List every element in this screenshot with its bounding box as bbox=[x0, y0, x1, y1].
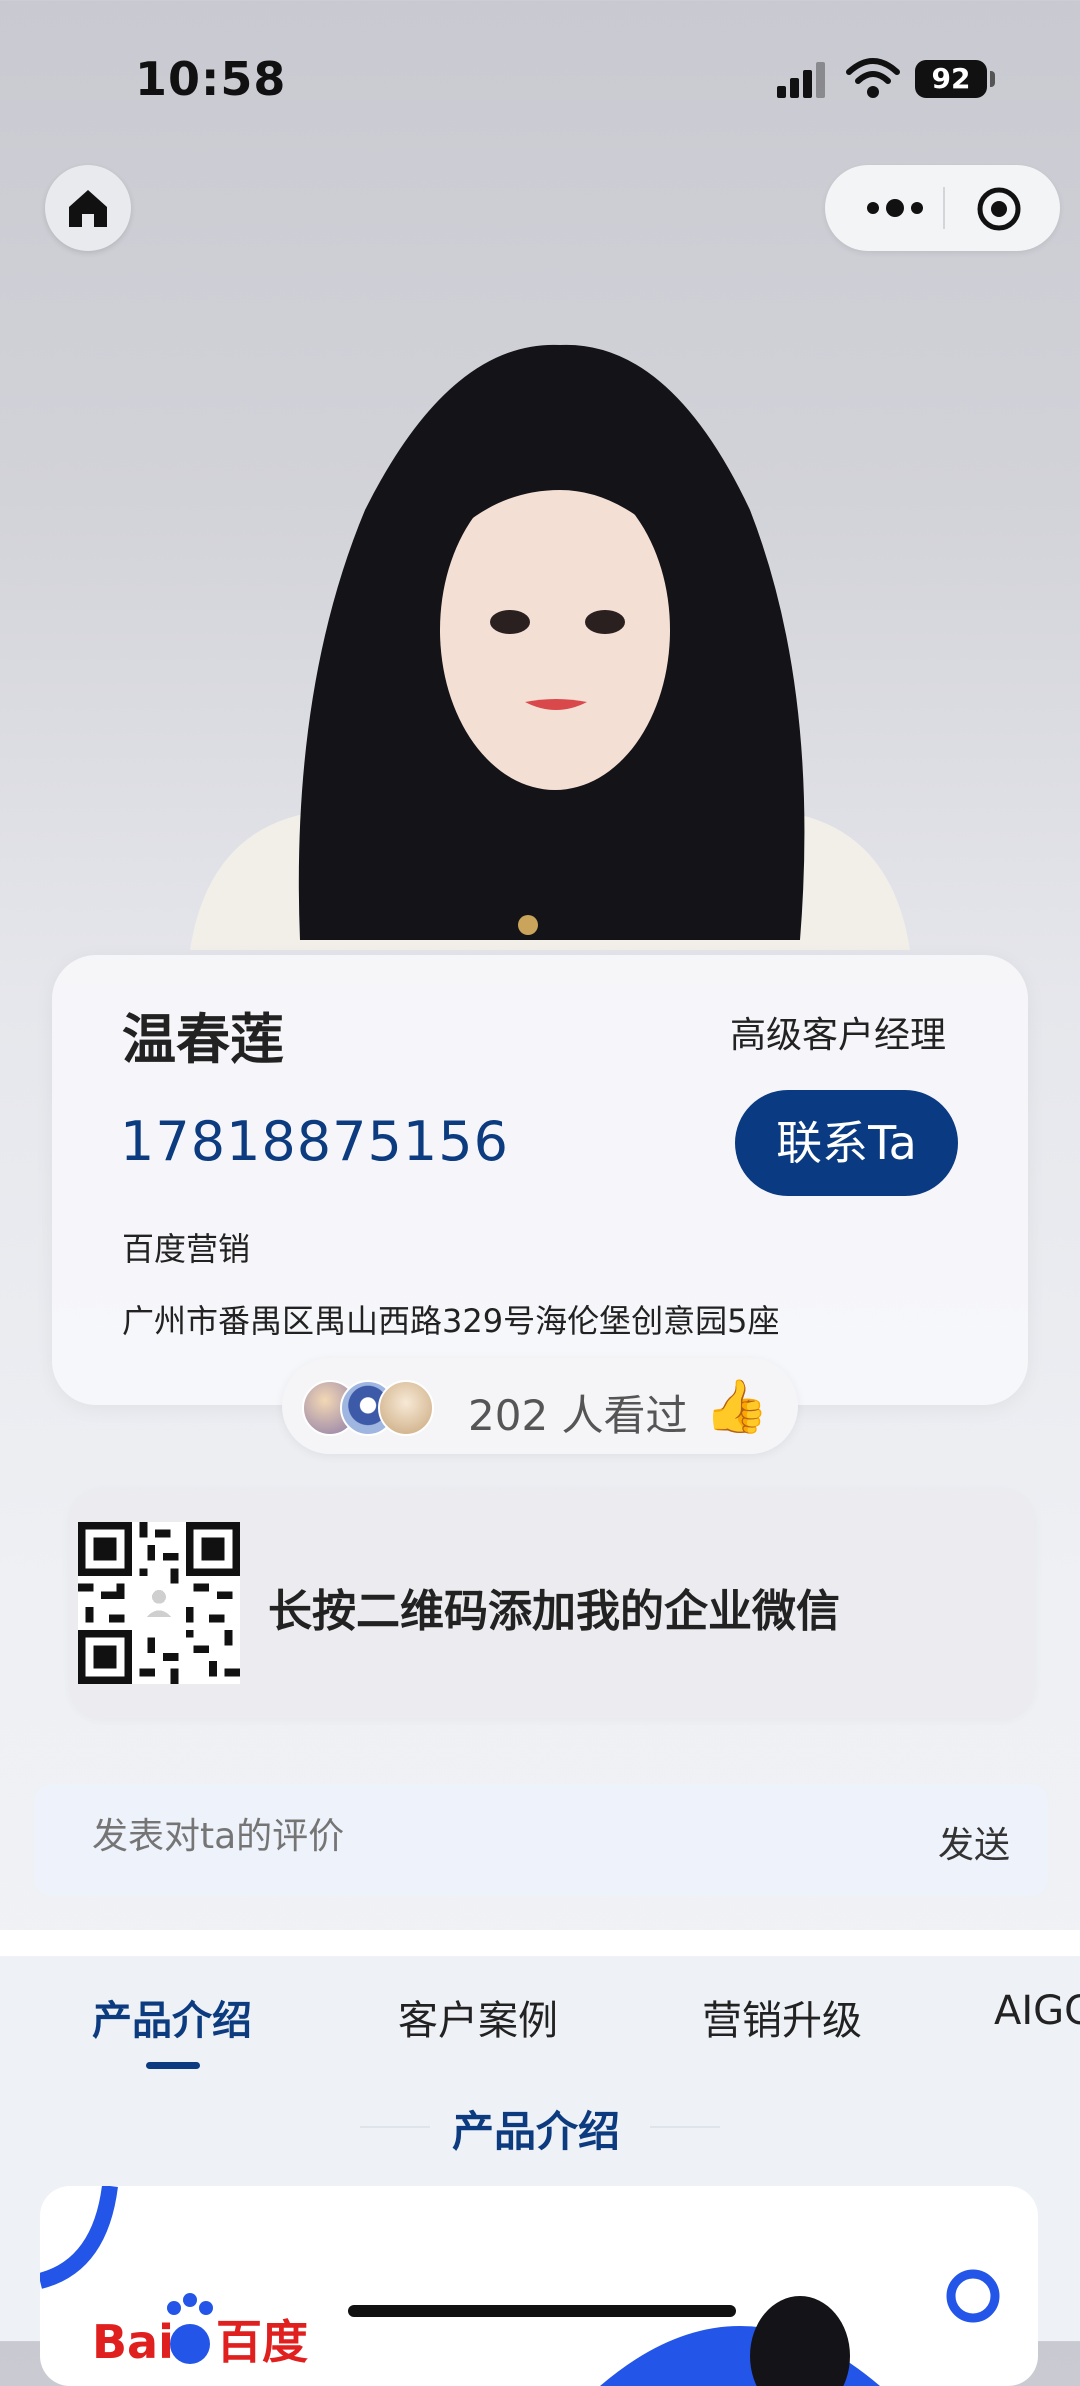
viewer-count-text: 202 人看过 bbox=[468, 1391, 688, 1440]
home-button[interactable] bbox=[45, 165, 131, 251]
cellular-signal-icon bbox=[777, 62, 825, 98]
viewer-avatar bbox=[378, 1380, 434, 1436]
title-decor-left bbox=[360, 2126, 430, 2128]
tab-customer-cases[interactable]: 客户案例 bbox=[398, 1988, 558, 2046]
profile-role: 高级客户经理 bbox=[730, 1015, 947, 1056]
qr-caption: 长按二维码添加我的企业微信 bbox=[268, 1586, 840, 1637]
profile-photo bbox=[190, 344, 910, 950]
home-indicator bbox=[348, 2305, 736, 2317]
tab-product-intro[interactable]: 产品介绍 bbox=[92, 1988, 252, 2046]
section-divider bbox=[0, 1930, 1080, 1956]
qr-code[interactable] bbox=[78, 1522, 240, 1684]
product-card[interactable]: Bai 百度 bbox=[40, 2186, 1038, 2386]
profile-address: 广州市番禺区禺山西路329号海伦堡创意园5座 bbox=[122, 1302, 780, 1340]
baidu-logo-icon: Bai bbox=[92, 2293, 213, 2369]
battery-level: 92 bbox=[915, 60, 987, 98]
comment-input[interactable] bbox=[92, 1816, 692, 1857]
svg-text:Bai: Bai bbox=[92, 2315, 174, 2369]
active-tab-indicator bbox=[146, 2062, 200, 2069]
viewer-count-pill: 202 人看过 👍 bbox=[282, 1358, 798, 1454]
section-title: 产品介绍 bbox=[452, 2107, 621, 2156]
contact-button[interactable]: 联系Ta bbox=[735, 1090, 958, 1196]
capsule-divider bbox=[943, 187, 945, 229]
target-close-icon[interactable] bbox=[975, 185, 1023, 233]
product-banner: Bai 百度 bbox=[40, 2186, 1000, 2386]
wifi-icon bbox=[846, 58, 900, 98]
thumbs-up-icon: 👍 bbox=[704, 1377, 769, 1437]
profile-company: 百度营销 bbox=[122, 1230, 251, 1268]
tab-aigc[interactable]: AIGC bbox=[994, 1988, 1080, 2034]
title-decor-right bbox=[650, 2126, 720, 2128]
home-icon bbox=[69, 190, 107, 227]
mini-program-capsule bbox=[825, 165, 1060, 251]
tab-marketing-upgrade[interactable]: 营销升级 bbox=[702, 1988, 862, 2046]
more-dots-icon[interactable] bbox=[855, 189, 935, 227]
profile-phone[interactable]: 17818875156 bbox=[120, 1110, 509, 1173]
status-time: 10:58 bbox=[135, 52, 287, 106]
product-brand: 百度 bbox=[216, 2315, 308, 2369]
battery-tip bbox=[990, 71, 995, 87]
profile-name: 温春莲 bbox=[122, 1008, 284, 1071]
send-button[interactable]: 发送 bbox=[938, 1816, 1010, 1868]
